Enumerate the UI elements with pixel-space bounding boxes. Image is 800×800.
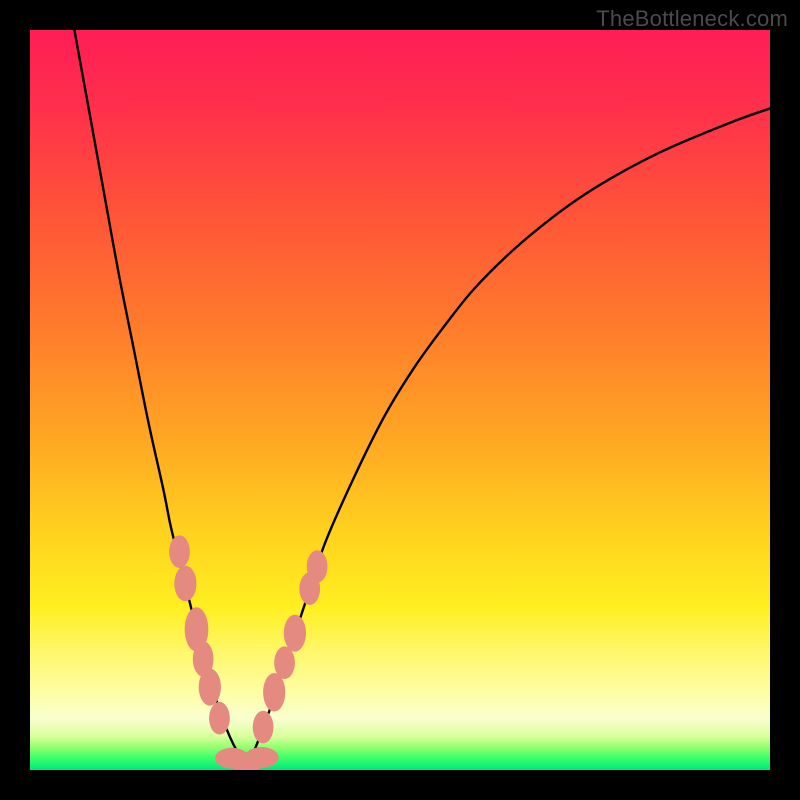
bead-marker — [263, 673, 285, 711]
bead-marker — [199, 669, 221, 706]
plot-area — [30, 30, 770, 770]
bead-marker — [307, 550, 328, 583]
bead-marker — [253, 711, 274, 744]
left-curve — [74, 30, 244, 763]
chart-frame: TheBottleneck.com — [0, 0, 800, 800]
bead-marker — [174, 566, 196, 602]
bead-marker — [245, 747, 279, 768]
watermark-text: TheBottleneck.com — [596, 6, 788, 32]
bead-marker — [274, 646, 295, 679]
bead-marker — [169, 535, 190, 568]
right-curve — [245, 108, 770, 762]
bead-marker — [284, 615, 306, 652]
chart-svg — [30, 30, 770, 770]
bead-group — [169, 535, 327, 770]
bead-marker — [209, 702, 230, 735]
